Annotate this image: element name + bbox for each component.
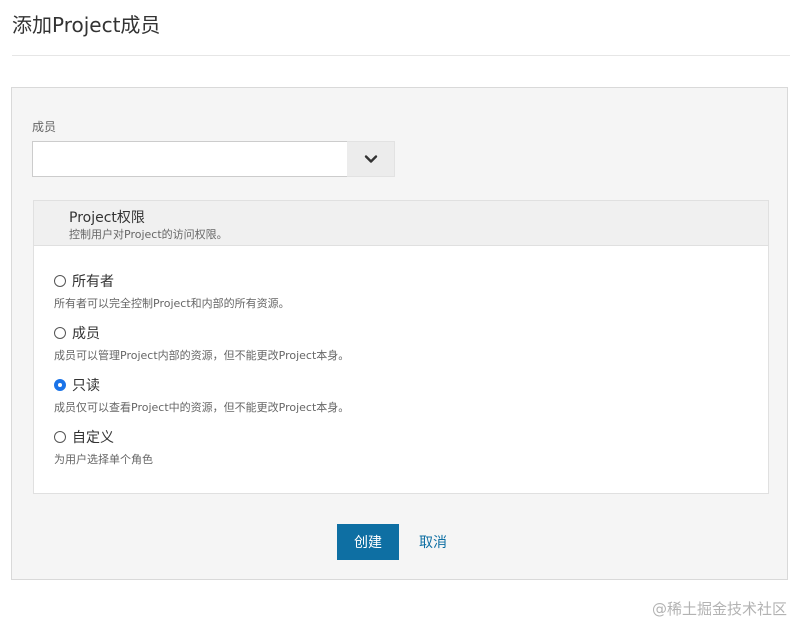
radio-custom[interactable]	[54, 431, 66, 443]
radio-owner[interactable]	[54, 275, 66, 287]
option-desc-readonly: 成员仅可以查看Project中的资源，但不能更改Project本身。	[54, 401, 350, 414]
page-title: 添加Project成员	[12, 13, 161, 37]
option-label-custom: 自定义	[72, 430, 114, 446]
chevron-down-icon	[364, 155, 377, 163]
permissions-title: Project权限	[69, 210, 145, 226]
radio-row-readonly[interactable]: 只读	[54, 375, 654, 395]
member-select-toggle[interactable]	[347, 141, 395, 177]
permission-option-readonly: 只读 成员仅可以查看Project中的资源，但不能更改Project本身。	[54, 375, 654, 415]
member-select-input[interactable]	[32, 141, 348, 177]
cancel-link[interactable]: 取消	[419, 532, 447, 552]
member-field-label: 成员	[32, 120, 57, 134]
option-label-readonly: 只读	[72, 378, 100, 394]
option-desc-member: 成员可以管理Project内部的资源，但不能更改Project本身。	[54, 349, 350, 362]
add-project-member-page: 添加Project成员 成员 Project权限 控制用户对Project的访问…	[0, 0, 805, 637]
permissions-header: Project权限 控制用户对Project的访问权限。	[34, 201, 768, 246]
create-button[interactable]: 创建	[337, 524, 399, 560]
option-label-member: 成员	[72, 326, 100, 342]
radio-readonly[interactable]	[54, 379, 66, 391]
permission-option-custom: 自定义 为用户选择单个角色	[54, 427, 654, 467]
radio-row-custom[interactable]: 自定义	[54, 427, 654, 447]
radio-member[interactable]	[54, 327, 66, 339]
option-desc-custom: 为用户选择单个角色	[54, 453, 153, 466]
form-panel: 成员 Project权限 控制用户对Project的访问权限。 所有者 所有者可…	[11, 87, 788, 580]
option-label-owner: 所有者	[72, 274, 114, 290]
permission-option-owner: 所有者 所有者可以完全控制Project和内部的所有资源。	[54, 271, 654, 311]
radio-row-member[interactable]: 成员	[54, 323, 654, 343]
option-desc-owner: 所有者可以完全控制Project和内部的所有资源。	[54, 297, 290, 310]
permissions-description: 控制用户对Project的访问权限。	[69, 228, 228, 241]
permissions-card: Project权限 控制用户对Project的访问权限。 所有者 所有者可以完全…	[33, 200, 769, 494]
permission-option-member: 成员 成员可以管理Project内部的资源，但不能更改Project本身。	[54, 323, 654, 363]
title-divider	[12, 55, 790, 56]
radio-row-owner[interactable]: 所有者	[54, 271, 654, 291]
watermark: @稀土掘金技术社区	[651, 600, 787, 618]
